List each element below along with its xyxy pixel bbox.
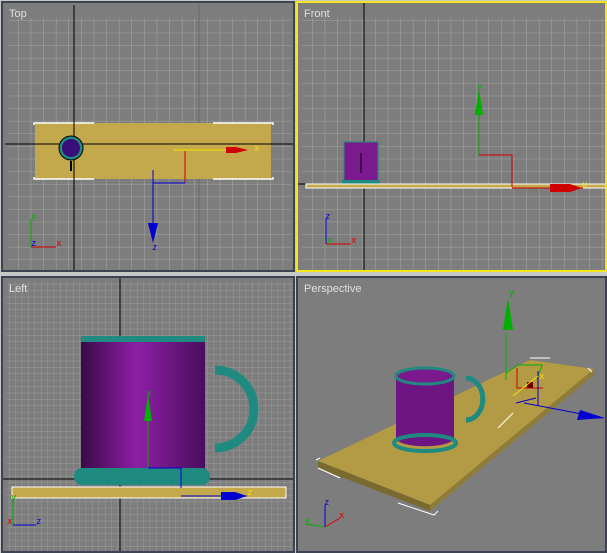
svg-text:y: y	[327, 236, 333, 246]
viewport-label-perspective[interactable]: Perspective	[304, 283, 361, 295]
gizmo-z-label: z	[152, 243, 157, 253]
top-view-canvas: x z y z x	[5, 3, 293, 270]
gizmo-x-label: x	[254, 144, 260, 154]
svg-text:x: x	[7, 517, 13, 527]
svg-text:x: x	[339, 511, 345, 521]
gizmo-y-label: y	[509, 288, 515, 298]
svg-text:y: y	[31, 212, 37, 222]
svg-text:x: x	[351, 236, 357, 246]
viewport-front[interactable]: Front y x z y x	[296, 1, 607, 272]
viewport-label-top[interactable]: Top	[9, 8, 27, 20]
mug-object[interactable]	[81, 338, 205, 474]
mug-rim	[394, 366, 456, 386]
mug-base	[74, 468, 210, 485]
viewport-left[interactable]: Left y z y x z	[1, 276, 295, 553]
axis-tripod: z y x	[305, 498, 345, 528]
gizmo-x-label: x	[582, 180, 588, 190]
svg-text:z: z	[325, 212, 330, 222]
perspective-view-canvas: y x z y x	[305, 288, 605, 528]
svg-text:z: z	[324, 498, 329, 508]
svg-text:z: z	[31, 239, 36, 249]
gizmo-z-label: z	[247, 488, 252, 498]
gizmo-x-label: x	[539, 372, 545, 382]
mug-base	[342, 180, 380, 184]
mug-rim	[81, 336, 205, 342]
svg-text:x: x	[56, 239, 62, 249]
viewport-label-front[interactable]: Front	[304, 8, 330, 20]
front-view-canvas: y x z y x	[298, 3, 605, 270]
svg-text:y: y	[11, 493, 17, 503]
viewport-label-left[interactable]: Left	[9, 283, 27, 295]
svg-text:z: z	[36, 517, 41, 527]
gizmo-y-label: y	[146, 389, 152, 399]
viewport-top[interactable]: Top x z y z x	[1, 1, 295, 272]
mug-interior	[62, 139, 80, 157]
viewport-perspective[interactable]: Perspective y x z y x	[296, 276, 607, 553]
left-view-canvas: y z y x z	[3, 278, 293, 551]
plane-object[interactable]	[315, 357, 594, 516]
gizmo-y-label: y	[477, 82, 483, 92]
svg-text:y: y	[305, 516, 311, 526]
